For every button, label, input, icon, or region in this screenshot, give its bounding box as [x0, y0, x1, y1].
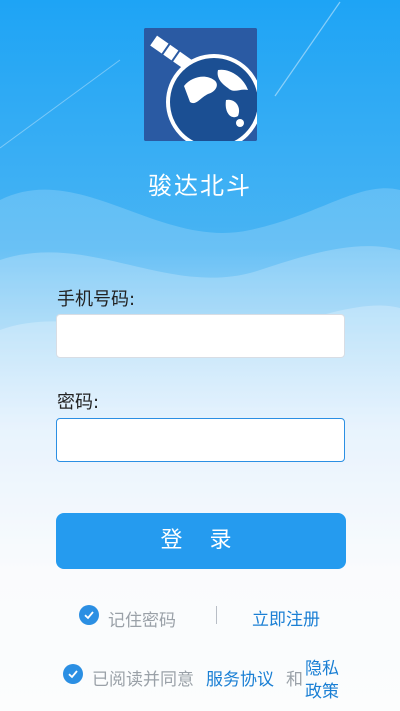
app-logo: [144, 28, 257, 141]
checkmark-icon: [84, 611, 94, 620]
agreement-text: 已阅读并同意: [92, 670, 194, 690]
agreement-checkbox[interactable]: [63, 664, 83, 684]
app-title: 骏达北斗: [148, 172, 252, 200]
agreement-and: 和: [286, 670, 303, 690]
checkmark-icon: [68, 670, 78, 679]
password-label: 密码:: [57, 392, 100, 413]
login-button[interactable]: 登 录: [56, 513, 346, 569]
phone-label: 手机号码:: [57, 289, 136, 310]
divider: [216, 606, 217, 624]
satellite-globe-icon: [144, 28, 257, 141]
privacy-policy-link-line1[interactable]: 隐私: [305, 654, 339, 679]
remember-password-label[interactable]: 记住密码: [108, 606, 176, 631]
phone-input[interactable]: [56, 314, 345, 358]
password-input[interactable]: [56, 418, 345, 462]
service-agreement-link[interactable]: 服务协议: [206, 665, 274, 690]
remember-checkbox[interactable]: [79, 605, 99, 625]
register-link[interactable]: 立即注册: [252, 605, 320, 630]
privacy-policy-link-line2[interactable]: 政策: [305, 677, 339, 702]
